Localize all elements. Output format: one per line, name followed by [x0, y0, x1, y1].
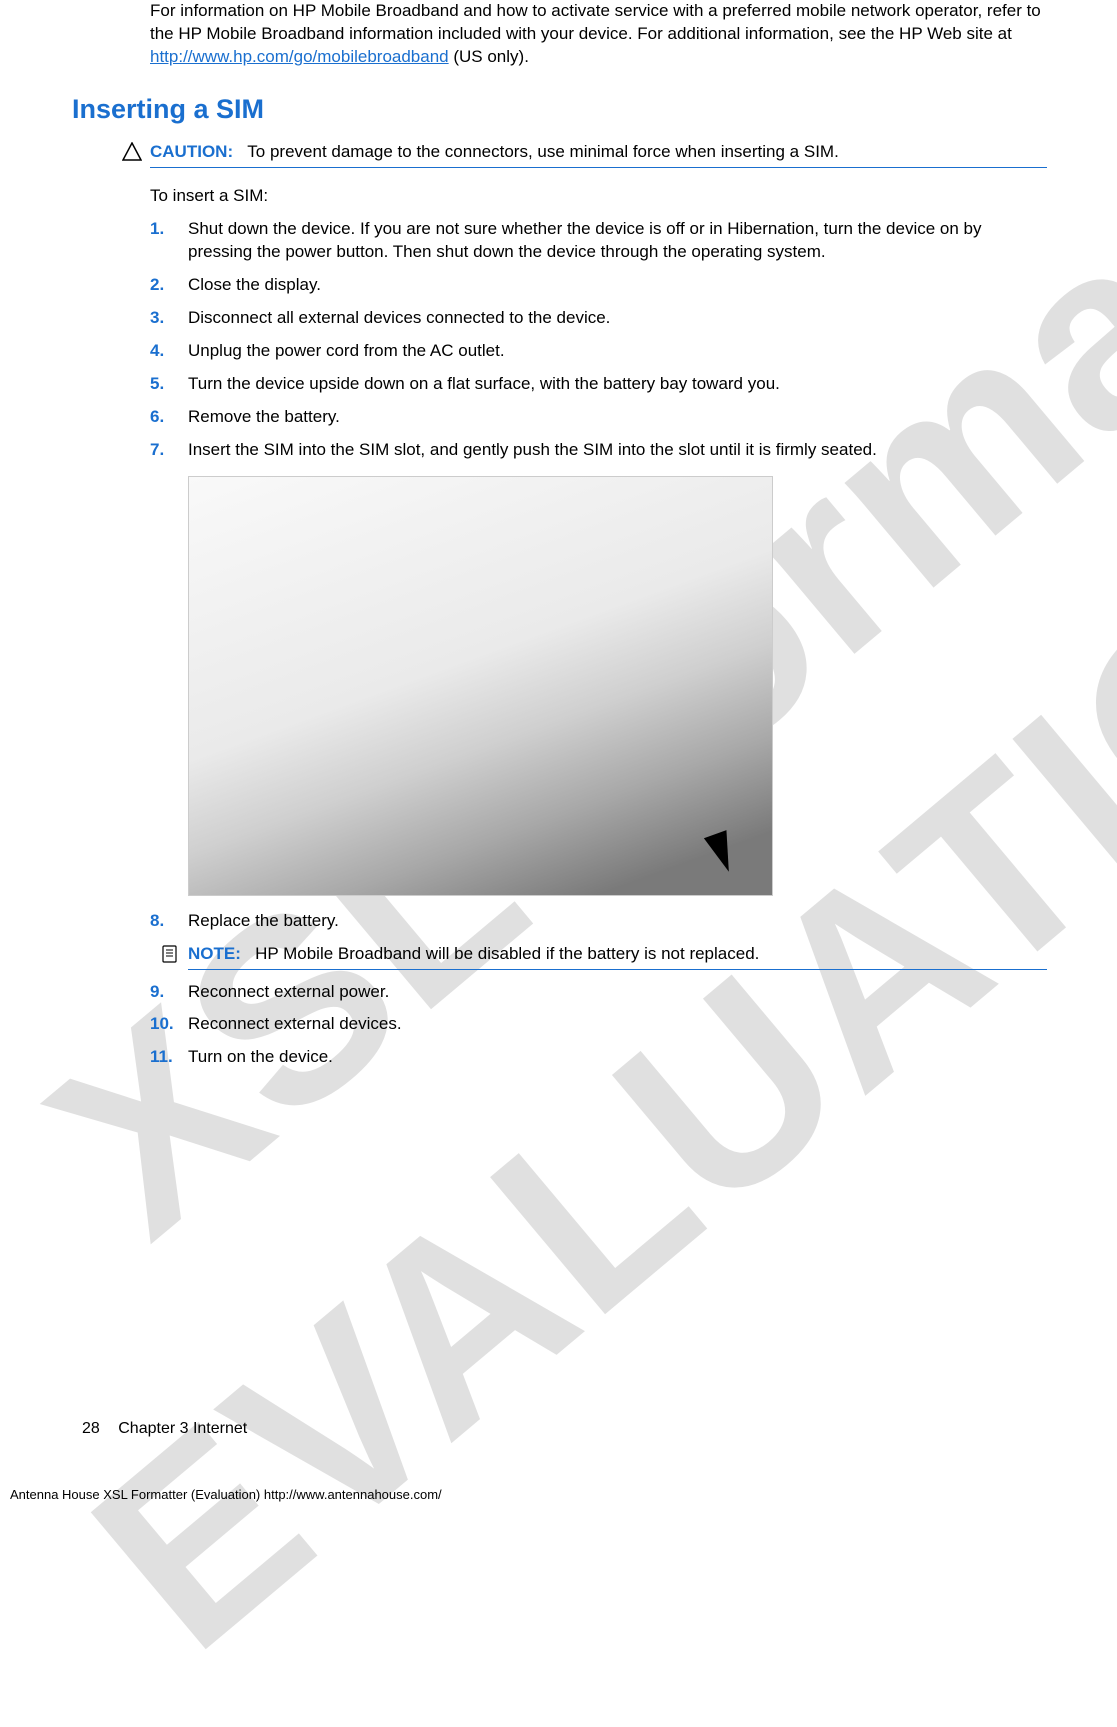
- note-icon: [160, 944, 182, 971]
- step-text: Turn on the device.: [188, 1046, 1047, 1069]
- caution-callout: CAUTION: To prevent damage to the connec…: [122, 141, 1047, 169]
- page-number: 28: [82, 1420, 100, 1437]
- list-item: 10.Reconnect external devices.: [150, 1013, 1047, 1036]
- step-number: 2.: [150, 274, 188, 297]
- page-footer: 28 Chapter 3 Internet: [82, 1418, 247, 1440]
- list-item: 9.Reconnect external power.: [150, 981, 1047, 1004]
- step-number: 7.: [150, 439, 188, 462]
- caution-label: CAUTION:: [150, 142, 233, 161]
- step-text: Replace the battery.: [188, 910, 1047, 933]
- chapter-label: Chapter 3 Internet: [118, 1420, 247, 1437]
- list-item: 1.Shut down the device. If you are not s…: [150, 218, 1047, 264]
- list-item: 7.Insert the SIM into the SIM slot, and …: [150, 439, 1047, 462]
- step-text: Shut down the device. If you are not sur…: [188, 218, 1047, 264]
- step-number: 10.: [150, 1013, 188, 1036]
- lead-text: To insert a SIM:: [150, 185, 1047, 208]
- list-item: 11.Turn on the device.: [150, 1046, 1047, 1069]
- step-text: Unplug the power cord from the AC outlet…: [188, 340, 1047, 363]
- step-number: 1.: [150, 218, 188, 241]
- note-callout: NOTE: HP Mobile Broadband will be disabl…: [160, 943, 1047, 971]
- list-item: 6.Remove the battery.: [150, 406, 1047, 429]
- step-number: 4.: [150, 340, 188, 363]
- step-text: Disconnect all external devices connecte…: [188, 307, 1047, 330]
- hp-broadband-link[interactable]: http://www.hp.com/go/mobilebroadband: [150, 47, 449, 66]
- caution-text-row: CAUTION: To prevent damage to the connec…: [150, 141, 1047, 168]
- step-number: 11.: [150, 1046, 188, 1069]
- intro-text-before: For information on HP Mobile Broadband a…: [150, 1, 1041, 43]
- note-text-row: NOTE: HP Mobile Broadband will be disabl…: [188, 943, 1047, 970]
- step-text: Reconnect external devices.: [188, 1013, 1047, 1036]
- list-item: 2.Close the display.: [150, 274, 1047, 297]
- step-text: Close the display.: [188, 274, 1047, 297]
- formatter-line: Antenna House XSL Formatter (Evaluation)…: [10, 1486, 442, 1504]
- steps-list-a: 1.Shut down the device. If you are not s…: [150, 218, 1047, 462]
- sim-insert-illustration: [188, 476, 773, 896]
- list-item: 5.Turn the device upside down on a flat …: [150, 373, 1047, 396]
- intro-paragraph: For information on HP Mobile Broadband a…: [150, 0, 1047, 69]
- intro-text-after: (US only).: [449, 47, 529, 66]
- step-text: Remove the battery.: [188, 406, 1047, 429]
- step-number: 8.: [150, 910, 188, 933]
- page-content: For information on HP Mobile Broadband a…: [0, 0, 1117, 1518]
- step-number: 3.: [150, 307, 188, 330]
- step-number: 9.: [150, 981, 188, 1004]
- step-text: Insert the SIM into the SIM slot, and ge…: [188, 439, 1047, 462]
- list-item: 8. Replace the battery.: [150, 910, 1047, 933]
- section-heading: Inserting a SIM: [72, 91, 1047, 127]
- list-item: 4.Unplug the power cord from the AC outl…: [150, 340, 1047, 363]
- list-item: 3.Disconnect all external devices connec…: [150, 307, 1047, 330]
- note-body: HP Mobile Broadband will be disabled if …: [255, 944, 759, 963]
- caution-icon: [122, 142, 144, 169]
- step-text: Reconnect external power.: [188, 981, 1047, 1004]
- caution-body: To prevent damage to the connectors, use…: [247, 142, 839, 161]
- step-8-wrap: 8. Replace the battery.: [150, 910, 1047, 933]
- note-label: NOTE:: [188, 944, 241, 963]
- step-text: Turn the device upside down on a flat su…: [188, 373, 1047, 396]
- steps-list-b: 9.Reconnect external power.10.Reconnect …: [150, 981, 1047, 1070]
- step-number: 5.: [150, 373, 188, 396]
- step-number: 6.: [150, 406, 188, 429]
